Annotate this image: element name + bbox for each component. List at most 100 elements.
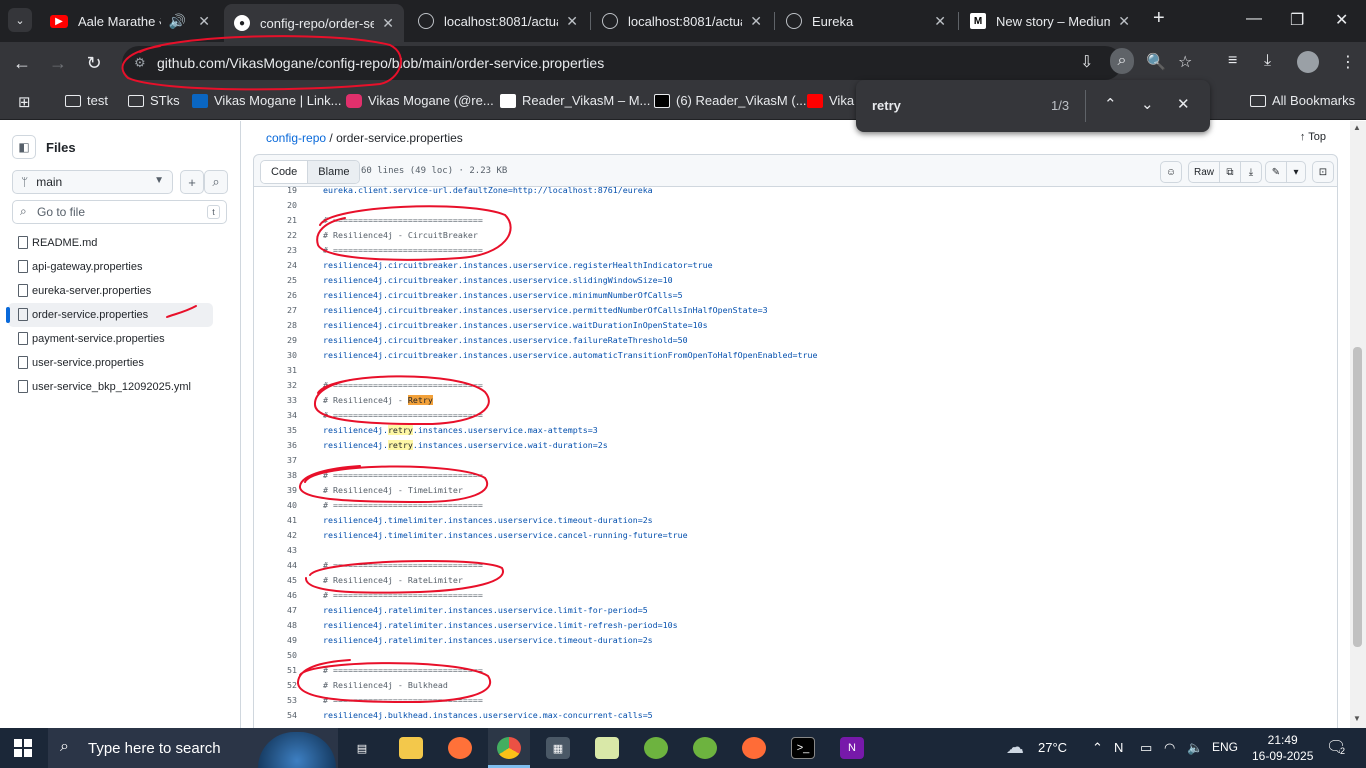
close-icon[interactable]: ✕ xyxy=(934,13,946,30)
close-icon[interactable]: ✕ xyxy=(750,13,762,30)
line-number[interactable]: 49 xyxy=(254,633,297,648)
scroll-up-arrow[interactable]: ▲ xyxy=(1353,123,1361,132)
raw-button[interactable]: Raw xyxy=(1188,161,1220,183)
line-number[interactable]: 36 xyxy=(254,438,297,453)
media-control-icon[interactable]: ≡ xyxy=(1228,52,1237,70)
tab-actuator-2[interactable]: localhost:8081/actuat ✕ xyxy=(592,5,772,37)
all-bookmarks[interactable]: All Bookmarks xyxy=(1250,93,1355,108)
copy-icon[interactable]: ⧉ xyxy=(1219,161,1241,183)
line-number[interactable]: 38 xyxy=(254,468,297,483)
line-number[interactable]: 24 xyxy=(254,258,297,273)
line-number[interactable]: 22 xyxy=(254,228,297,243)
search-button[interactable]: ⌕ xyxy=(204,170,228,194)
menu-icon[interactable]: ⋮ xyxy=(1340,52,1356,72)
file-item-active[interactable]: order-service.properties xyxy=(6,303,213,327)
code-tab[interactable]: Code xyxy=(261,161,309,183)
line-number[interactable]: 43 xyxy=(254,543,297,558)
address-bar[interactable]: ⚙ github.com/VikasMogane/config-repo/blo… xyxy=(122,46,1122,80)
bookmark-instagram[interactable]: Vikas Mogane (@re... xyxy=(346,93,494,108)
edit-icon[interactable]: ✎ xyxy=(1265,161,1287,183)
line-number[interactable]: 41 xyxy=(254,513,297,528)
back-button[interactable]: ← xyxy=(10,51,34,75)
bookmark-x[interactable]: (6) Reader_VikasM (... xyxy=(654,93,807,108)
close-icon[interactable]: ✕ xyxy=(566,13,578,30)
copilot-icon[interactable]: ☺ xyxy=(1160,161,1182,183)
minimize-button[interactable]: — xyxy=(1246,10,1262,28)
line-number[interactable]: 19 xyxy=(254,187,297,198)
bookmark-youtube[interactable]: Vika xyxy=(807,93,854,108)
line-number[interactable]: 48 xyxy=(254,618,297,633)
line-number[interactable]: 30 xyxy=(254,348,297,363)
firefox-icon[interactable] xyxy=(448,737,472,759)
file-item[interactable]: api-gateway.properties xyxy=(8,255,213,279)
line-number[interactable]: 33 xyxy=(254,393,297,408)
close-window-button[interactable]: ✕ xyxy=(1335,10,1348,30)
find-icon[interactable]: ⌕ xyxy=(1110,48,1134,74)
bookmark-star-icon[interactable]: ☆ xyxy=(1178,52,1192,72)
line-number[interactable]: 46 xyxy=(254,588,297,603)
tab-medium[interactable]: M New story – Medium ✕ xyxy=(960,5,1140,37)
page-scrollbar[interactable]: ▲ ▼ xyxy=(1350,121,1366,728)
line-number[interactable]: 54 xyxy=(254,708,297,723)
close-find-icon[interactable]: ✕ xyxy=(1177,95,1190,113)
line-number[interactable]: 50 xyxy=(254,648,297,663)
line-number[interactable]: 45 xyxy=(254,573,297,588)
bookmark-linkedin[interactable]: Vikas Mogane | Link... xyxy=(192,93,341,108)
bookmark-test[interactable]: test xyxy=(65,93,108,108)
clock[interactable]: 21:49 16-09-2025 xyxy=(1252,732,1313,764)
line-number[interactable]: 39 xyxy=(254,483,297,498)
line-number[interactable]: 47 xyxy=(254,603,297,618)
close-icon[interactable]: ✕ xyxy=(198,13,210,30)
line-number[interactable]: 26 xyxy=(254,288,297,303)
line-number[interactable]: 53 xyxy=(254,693,297,708)
branch-selector[interactable]: ᛘ main ▼ xyxy=(12,170,173,194)
line-number[interactable]: 20 xyxy=(254,198,297,213)
task-view-icon[interactable]: ▤ xyxy=(350,737,374,759)
line-number[interactable]: 32 xyxy=(254,378,297,393)
tab-github[interactable]: ● config-repo/order-se ✕ xyxy=(224,4,404,42)
file-item[interactable]: user-service.properties xyxy=(8,351,213,375)
line-number[interactable]: 37 xyxy=(254,453,297,468)
weather-temp[interactable]: 27°C xyxy=(1038,740,1067,755)
site-info-icon[interactable]: ⚙ xyxy=(134,55,146,71)
download-icon[interactable]: ⤓ xyxy=(1240,161,1262,183)
line-number[interactable]: 35 xyxy=(254,423,297,438)
profile-avatar[interactable] xyxy=(1297,51,1319,73)
calculator-icon[interactable]: ▦ xyxy=(546,737,570,759)
line-number[interactable]: 42 xyxy=(254,528,297,543)
forward-button[interactable]: → xyxy=(46,51,70,75)
top-button[interactable]: ↑ Top xyxy=(1300,131,1326,143)
file-explorer-icon[interactable] xyxy=(399,737,423,759)
postman-icon[interactable] xyxy=(742,737,766,759)
scroll-down-arrow[interactable]: ▼ xyxy=(1353,714,1361,723)
downloads-icon[interactable]: ⤓ xyxy=(1264,52,1271,70)
breadcrumb-repo-link[interactable]: config-repo xyxy=(266,131,326,145)
collapse-sidebar-icon[interactable]: ◧ xyxy=(12,135,36,159)
edit-dropdown-icon[interactable]: ▾ xyxy=(1286,161,1306,183)
line-number[interactable]: 52 xyxy=(254,678,297,693)
language-indicator[interactable]: ENG xyxy=(1212,740,1238,754)
symbols-panel-icon[interactable]: ⊡ xyxy=(1312,161,1334,183)
reload-button[interactable]: ↻ xyxy=(82,51,106,75)
file-item[interactable]: eureka-server.properties xyxy=(8,279,213,303)
tab-eureka[interactable]: Eureka ✕ xyxy=(776,5,956,37)
line-number[interactable]: 27 xyxy=(254,303,297,318)
line-number[interactable]: 28 xyxy=(254,318,297,333)
line-number[interactable]: 23 xyxy=(254,243,297,258)
find-input[interactable]: retry xyxy=(872,98,901,113)
line-number[interactable]: 31 xyxy=(254,363,297,378)
line-number[interactable]: 25 xyxy=(254,273,297,288)
line-number[interactable]: 40 xyxy=(254,498,297,513)
install-app-icon[interactable]: ⇩ xyxy=(1080,52,1093,72)
line-number[interactable]: 29 xyxy=(254,333,297,348)
previous-match-icon[interactable]: ⌃ xyxy=(1104,95,1117,113)
speaker-icon[interactable]: 🔊 xyxy=(169,13,186,30)
new-tab-button[interactable]: + xyxy=(1153,7,1165,30)
spring-tools-icon-2[interactable] xyxy=(693,737,717,759)
scrollbar-thumb[interactable] xyxy=(1353,347,1362,647)
file-item[interactable]: user-service_bkp_12092025.yml xyxy=(8,375,213,399)
network-status-icon[interactable]: N xyxy=(1114,740,1123,755)
line-number[interactable]: 44 xyxy=(254,558,297,573)
url-text[interactable]: github.com/VikasMogane/config-repo/blob/… xyxy=(157,55,604,71)
tab-actuator-1[interactable]: localhost:8081/actuat ✕ xyxy=(408,5,588,37)
